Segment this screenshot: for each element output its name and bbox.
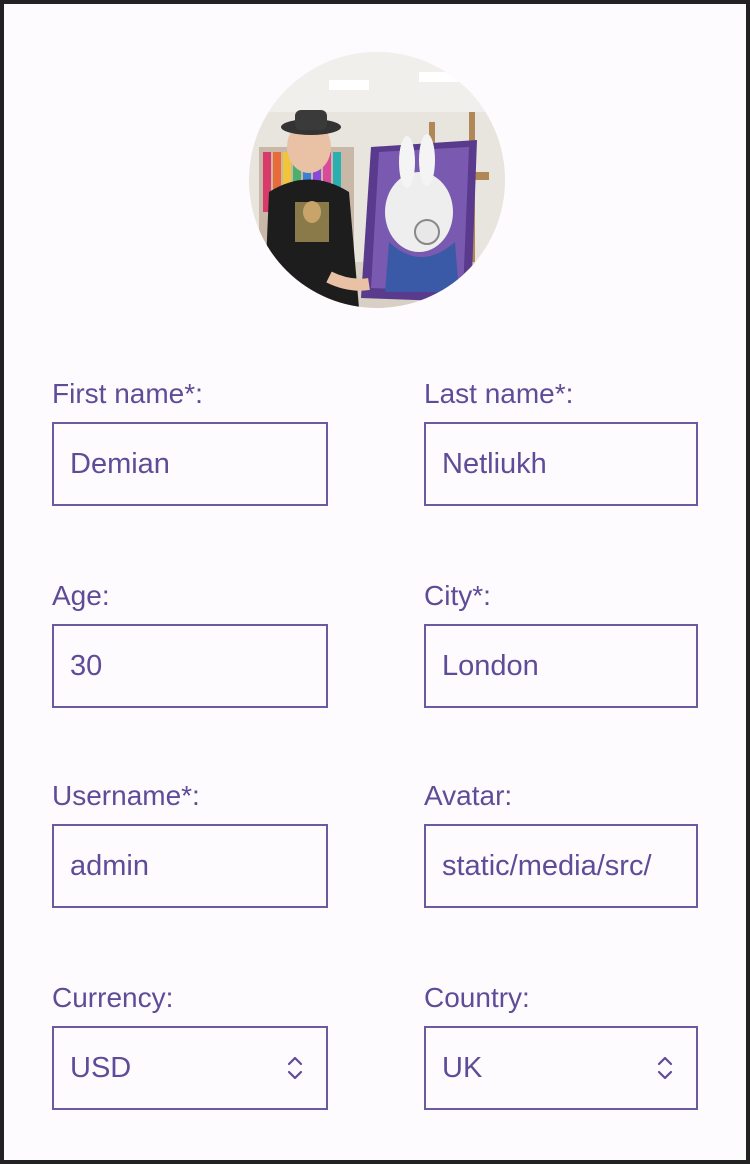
country-value: UK — [442, 1051, 483, 1084]
currency-field: Currency: USD — [52, 982, 328, 1110]
chevron-up-down-icon — [657, 1056, 673, 1080]
last-name-label: Last name*: — [424, 378, 574, 409]
age-label: Age: — [52, 580, 110, 611]
profile-form-screen: First name*: Demian Last name*: Netliukh… — [4, 4, 746, 1160]
age-value: 30 — [70, 649, 103, 682]
city-input[interactable]: London — [424, 624, 698, 708]
username-value: admin — [70, 849, 149, 882]
city-value: London — [442, 649, 539, 682]
username-label: Username*: — [52, 780, 200, 811]
currency-value: USD — [70, 1051, 132, 1084]
avatar-photo — [249, 52, 505, 308]
country-field: Country: UK — [424, 982, 698, 1110]
avatar-value: static/media/src/ — [442, 849, 652, 882]
last-name-value: Netliukh — [442, 447, 547, 480]
username-input[interactable]: admin — [52, 824, 328, 908]
country-select[interactable]: UK — [424, 1026, 698, 1110]
city-field: City*: London — [424, 580, 698, 708]
avatar-label: Avatar: — [424, 780, 513, 811]
first-name-value: Demian — [70, 447, 170, 480]
avatar-field: Avatar: static/media/src/ — [424, 780, 698, 908]
avatar[interactable] — [249, 52, 505, 308]
avatar-input[interactable]: static/media/src/ — [424, 824, 698, 908]
chevron-up-down-icon — [287, 1056, 303, 1080]
currency-label: Currency: — [52, 982, 174, 1013]
country-label: Country: — [424, 982, 530, 1013]
city-label: City*: — [424, 580, 491, 611]
username-field: Username*: admin — [52, 780, 328, 908]
currency-select[interactable]: USD — [52, 1026, 328, 1110]
first-name-field: First name*: Demian — [52, 378, 328, 506]
age-input[interactable]: 30 — [52, 624, 328, 708]
last-name-input[interactable]: Netliukh — [424, 422, 698, 506]
last-name-field: Last name*: Netliukh — [424, 378, 698, 506]
first-name-label: First name*: — [52, 378, 203, 409]
first-name-input[interactable]: Demian — [52, 422, 328, 506]
age-field: Age: 30 — [52, 580, 328, 708]
